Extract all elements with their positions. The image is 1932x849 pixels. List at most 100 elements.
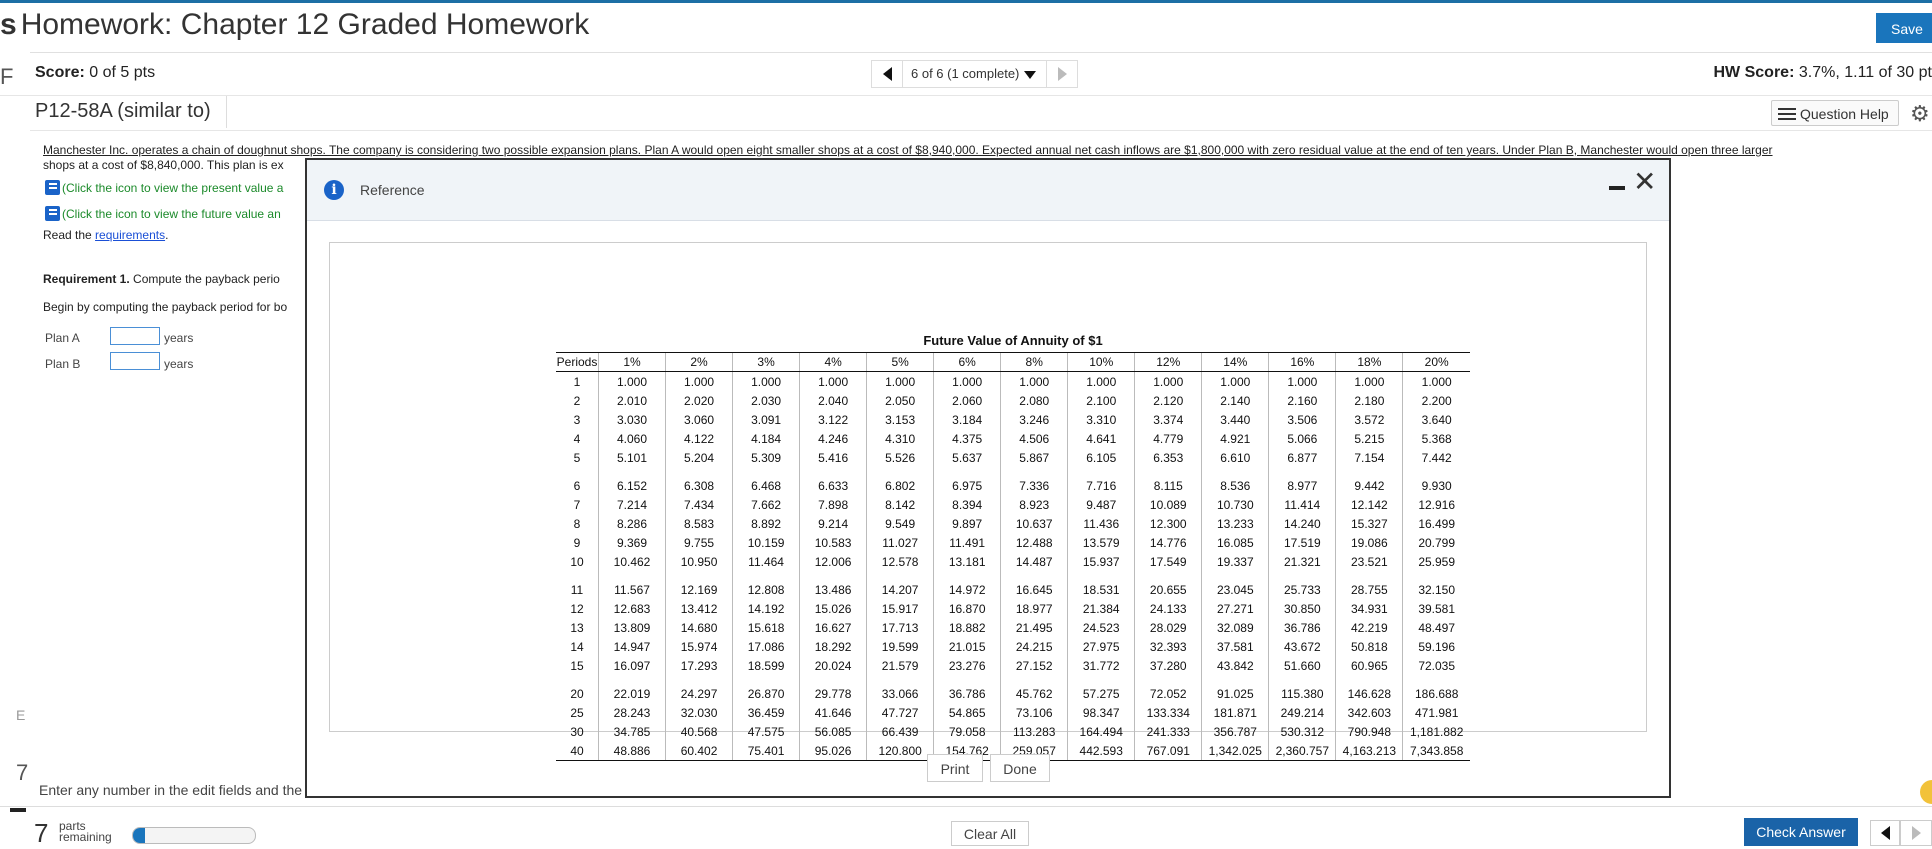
reference-content-frame[interactable]: Future Value of Annuity of $1 Periods1%2… (329, 242, 1647, 732)
table-value-cell: 1.000 (800, 372, 867, 392)
table-value-cell: 8.923 (1001, 495, 1068, 514)
table-value-cell: 13.486 (800, 571, 867, 599)
table-value-cell: 14.680 (666, 618, 733, 637)
footer-divider (0, 806, 1932, 807)
table-value-cell: 26.870 (733, 675, 800, 703)
table-value-cell: 27.271 (1202, 599, 1269, 618)
table-value-cell: 17.713 (867, 618, 934, 637)
future-value-link[interactable]: (Click the icon to view the future value… (45, 206, 281, 221)
table-value-cell: 12.169 (666, 571, 733, 599)
previous-question-button[interactable] (872, 61, 903, 87)
table-value-cell: 17.293 (666, 656, 733, 675)
print-button[interactable]: Print (927, 754, 983, 782)
table-value-cell: 18.531 (1068, 571, 1135, 599)
table-header-rate: 8% (1001, 353, 1068, 372)
table-header-rate: 4% (800, 353, 867, 372)
table-value-cell: 7,343.858 (1403, 741, 1470, 761)
table-value-cell: 767.091 (1135, 741, 1202, 761)
table-value-cell: 15.937 (1068, 552, 1135, 571)
table-value-cell: 18.599 (733, 656, 800, 675)
table-value-cell: 23.521 (1336, 552, 1403, 571)
table-value-cell: 1.000 (666, 372, 733, 392)
table-value-cell: 3.091 (733, 410, 800, 429)
begin-instruction: Begin by computing the payback period fo… (43, 300, 287, 314)
table-row: 22.0102.0202.0302.0402.0502.0602.0802.10… (556, 391, 1470, 410)
table-value-cell: 21.579 (867, 656, 934, 675)
table-value-cell: 19.086 (1336, 533, 1403, 552)
table-value-cell: 16.097 (599, 656, 666, 675)
table-value-cell: 2.030 (733, 391, 800, 410)
close-icon[interactable]: ✕ (1633, 168, 1656, 196)
table-value-cell: 28.243 (599, 703, 666, 722)
table-value-cell: 4.506 (1001, 429, 1068, 448)
table-period-cell: 9 (556, 533, 599, 552)
table-value-cell: 10.462 (599, 552, 666, 571)
table-value-cell: 60.402 (666, 741, 733, 761)
done-button[interactable]: Done (990, 754, 1050, 782)
table-value-cell: 3.030 (599, 410, 666, 429)
table-period-cell: 5 (556, 448, 599, 467)
footer-next-button[interactable] (1900, 820, 1932, 846)
table-value-cell: 5.368 (1403, 429, 1470, 448)
table-value-cell: 4.310 (867, 429, 934, 448)
table-period-cell: 11 (556, 571, 599, 599)
plan-b-payback-input[interactable] (110, 352, 160, 370)
table-value-cell: 15.917 (867, 599, 934, 618)
table-value-cell: 6.975 (934, 467, 1001, 495)
clear-all-button[interactable]: Clear All (951, 821, 1029, 846)
footer-previous-button[interactable] (1870, 820, 1900, 846)
table-period-cell: 20 (556, 675, 599, 703)
table-value-cell: 12.142 (1336, 495, 1403, 514)
table-row: 1414.94715.97417.08618.29219.59921.01524… (556, 637, 1470, 656)
table-value-cell: 39.581 (1403, 599, 1470, 618)
table-value-cell: 113.283 (1001, 722, 1068, 741)
plan-a-payback-input[interactable] (110, 327, 160, 345)
table-value-cell: 3.440 (1202, 410, 1269, 429)
table-value-cell: 95.026 (800, 741, 867, 761)
table-value-cell: 21.015 (934, 637, 1001, 656)
table-value-cell: 4.375 (934, 429, 1001, 448)
table-value-cell: 5.526 (867, 448, 934, 467)
table-value-cell: 13.579 (1068, 533, 1135, 552)
table-value-cell: 30.850 (1269, 599, 1336, 618)
table-value-cell: 15.327 (1336, 514, 1403, 533)
table-value-cell: 11.436 (1068, 514, 1135, 533)
table-value-cell: 15.974 (666, 637, 733, 656)
feedback-smiley-icon[interactable] (1920, 780, 1932, 804)
table-value-cell: 1.000 (1068, 372, 1135, 392)
question-select[interactable]: 6 of 6 (1 complete) (903, 61, 1046, 87)
save-button[interactable]: Save (1876, 13, 1932, 43)
parts-label-line-2: remaining (59, 832, 112, 843)
table-value-cell: 2.080 (1001, 391, 1068, 410)
reference-dialog: i Reference ✕ Future Value of Annuity of… (305, 158, 1671, 798)
table-value-cell: 6.468 (733, 467, 800, 495)
table-value-cell: 22.019 (599, 675, 666, 703)
table-value-cell: 18.977 (1001, 599, 1068, 618)
table-value-cell: 23.276 (934, 656, 1001, 675)
table-value-cell: 1.000 (1269, 372, 1336, 392)
table-value-cell: 37.280 (1135, 656, 1202, 675)
gear-icon[interactable]: ⚙ (1910, 101, 1930, 127)
table-value-cell: 12.808 (733, 571, 800, 599)
title-text: Homework: Chapter 12 Graded Homework (21, 8, 590, 41)
table-value-cell: 32.089 (1202, 618, 1269, 637)
parts-progress-bar (132, 827, 256, 844)
caret-right-icon (1912, 826, 1921, 840)
present-value-link[interactable]: (Click the icon to view the present valu… (45, 180, 283, 195)
requirements-link[interactable]: requirements (95, 228, 165, 242)
read-requirements: Read the requirements. (43, 228, 168, 242)
table-value-cell: 34.931 (1336, 599, 1403, 618)
table-period-cell: 2 (556, 391, 599, 410)
table-value-cell: 45.762 (1001, 675, 1068, 703)
check-answer-button[interactable]: Check Answer (1744, 818, 1858, 846)
table-value-cell: 11.567 (599, 571, 666, 599)
question-help-button[interactable]: Question Help (1771, 100, 1899, 126)
caret-down-icon (1024, 71, 1036, 79)
table-value-cell: 10.159 (733, 533, 800, 552)
table-value-cell: 2.200 (1403, 391, 1470, 410)
minimize-icon[interactable] (1609, 186, 1625, 190)
table-value-cell: 10.637 (1001, 514, 1068, 533)
caret-right-icon (1058, 67, 1067, 81)
next-question-button[interactable] (1046, 61, 1077, 87)
table-period-cell: 4 (556, 429, 599, 448)
